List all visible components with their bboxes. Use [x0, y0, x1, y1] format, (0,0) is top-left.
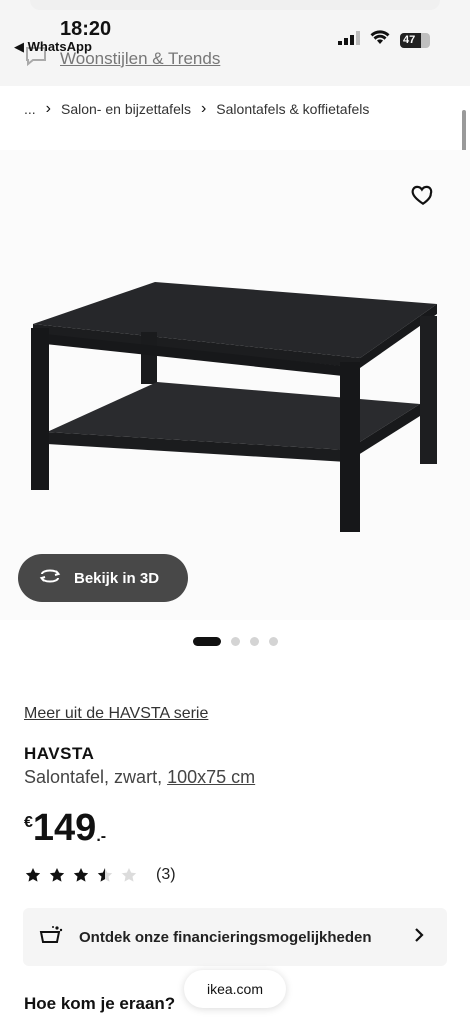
price-decimals: .-: [96, 828, 107, 845]
view-in-3d-button[interactable]: Bekijk in 3D: [18, 554, 188, 602]
product-size-link[interactable]: 100x75 cm: [167, 767, 255, 787]
status-time: 18:20: [60, 18, 112, 40]
price-currency: €: [24, 814, 33, 831]
chevron-right-icon: [413, 926, 425, 948]
back-to-app[interactable]: ◀ WhatsApp: [14, 39, 92, 55]
carousel-dots[interactable]: [193, 637, 278, 646]
finance-cart-icon: [39, 924, 65, 950]
price-main: 149: [32, 807, 97, 849]
carousel-dot-active[interactable]: [193, 637, 221, 646]
breadcrumb-ellipsis[interactable]: ...: [24, 101, 36, 117]
series-link[interactable]: Meer uit de HAVSTA serie: [24, 705, 208, 723]
product-name: HAVSTA: [24, 744, 95, 763]
breadcrumb-level1[interactable]: Salon- en bijzettafels: [61, 101, 191, 117]
view-in-3d-label: Bekijk in 3D: [74, 569, 160, 587]
delivery-heading: Hoe kom je eraan?: [24, 994, 176, 1013]
top-strip: [30, 0, 440, 10]
star-icon: [73, 868, 89, 882]
product-photo-coffee-table: [31, 282, 437, 532]
breadcrumb: ... › Salon- en bijzettafels › Salontafe…: [24, 100, 369, 118]
address-bar[interactable]: ikea.com: [184, 970, 286, 1008]
product-price: € 149 .-: [24, 808, 106, 848]
chevron-right-icon: ›: [45, 100, 51, 117]
breadcrumb-level2[interactable]: Salontafels & koffietafels: [216, 101, 369, 117]
status-icons: 47: [338, 30, 430, 50]
star-icon: [25, 868, 41, 882]
product-description: Salontafel, zwart, 100x75 cm: [24, 767, 255, 788]
star-icon: [97, 868, 113, 882]
rotate-3d-icon: [38, 568, 62, 588]
review-count[interactable]: (3): [156, 866, 176, 884]
carousel-dot[interactable]: [269, 637, 278, 646]
financing-banner[interactable]: Ontdek onze financieringsmogelijkheden: [23, 908, 447, 966]
battery-indicator: 47: [400, 32, 430, 48]
favorite-heart-icon[interactable]: [410, 182, 436, 208]
chevron-right-icon: ›: [200, 100, 207, 117]
signal-icon: [338, 30, 360, 50]
financing-label: Ontdek onze financieringsmogelijkheden: [79, 928, 372, 946]
product-desc-text: Salontafel, zwart,: [24, 767, 163, 787]
wifi-icon: [370, 30, 390, 50]
rating-stars: [24, 866, 138, 884]
carousel-dot[interactable]: [250, 637, 259, 646]
product-rating[interactable]: (3): [24, 866, 176, 884]
star-icon: [49, 868, 65, 882]
star-icon: [121, 868, 137, 882]
carousel-dot[interactable]: [231, 637, 240, 646]
